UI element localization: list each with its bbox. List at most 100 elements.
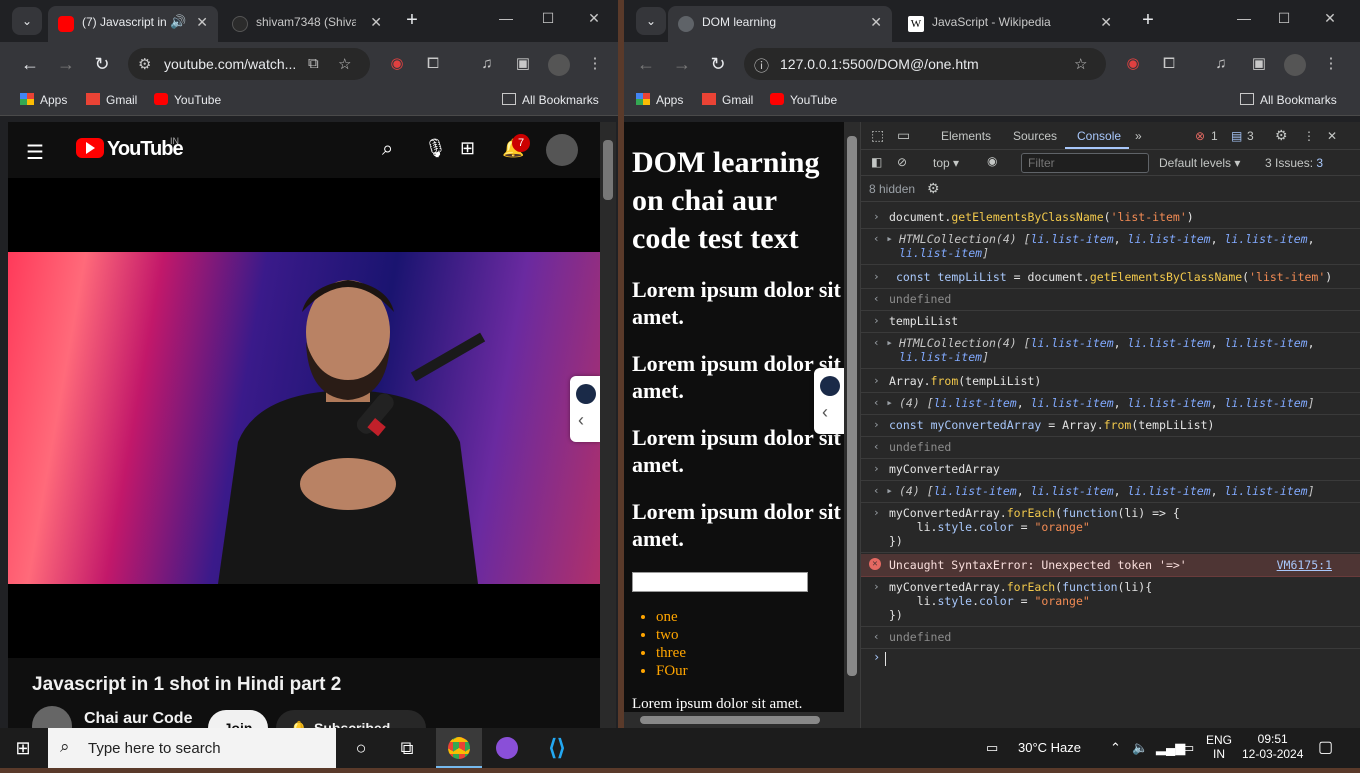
more-options-icon[interactable]: ⋮ — [1303, 129, 1315, 143]
close-tab-icon[interactable]: ✕ — [370, 14, 382, 31]
address-bar[interactable]: ⚙ youtube.com/watch... ⧉ ☆ — [128, 48, 370, 80]
settings-gear-icon[interactable]: ⚙ — [1275, 127, 1288, 144]
horizontal-scrollbar[interactable] — [624, 712, 860, 728]
bookmark-apps[interactable]: Apps — [636, 93, 683, 107]
video-player[interactable] — [8, 178, 600, 658]
close-window-button[interactable]: ✕ — [1320, 10, 1340, 27]
console-output-line[interactable]: ‹ ▸ (4) [li.list-item, li.list-item, li.l… — [861, 392, 1360, 415]
console-output-line[interactable]: ‹ ▸ HTMLCollection(4) [li.list-item, li.l… — [861, 332, 1360, 369]
scrollbar-thumb[interactable] — [847, 136, 857, 676]
weather-text[interactable]: 30°C Haze — [1018, 728, 1081, 768]
extensions-icon[interactable]: ⧠ — [1158, 54, 1180, 76]
vscode-app-icon[interactable]: ⟨⟩ — [534, 728, 580, 768]
notification-center-icon[interactable]: ▢ — [1318, 728, 1333, 768]
log-levels-dropdown[interactable]: Default levels ▾ — [1159, 156, 1240, 170]
search-icon[interactable]: ⌕ — [382, 138, 393, 161]
tab-wikipedia[interactable]: W JavaScript - Wikipedia ✕ — [898, 6, 1122, 42]
sidebar-toggle-icon[interactable]: ◧ — [871, 155, 882, 169]
issues-count[interactable]: 3 — [1247, 129, 1254, 143]
extensions-icon[interactable]: ⧠ — [422, 54, 444, 76]
back-button[interactable]: ← — [18, 54, 42, 74]
open-in-app-icon[interactable]: ⧉ — [308, 55, 319, 72]
scrollbar-thumb[interactable] — [603, 140, 613, 200]
reload-button[interactable]: ↻ — [706, 54, 730, 74]
cortana-icon[interactable]: ○ — [338, 728, 384, 768]
live-expression-eye-icon[interactable]: ◉ — [987, 154, 997, 168]
menu-kebab-icon[interactable]: ⋮ — [584, 54, 606, 76]
language-indicator[interactable]: ENG IN — [1206, 733, 1232, 761]
back-button[interactable]: ← — [634, 54, 658, 74]
task-view-icon[interactable]: ⧉ — [384, 728, 430, 768]
create-video-icon[interactable]: ⊞ — [460, 138, 475, 159]
record-extension-icon[interactable]: ◉ — [386, 54, 408, 76]
error-count-icon[interactable]: ⊗ — [1195, 129, 1205, 143]
site-info-icon[interactable]: ⚙ — [138, 55, 151, 73]
side-panel-icon[interactable]: ▣ — [1248, 54, 1270, 76]
error-count[interactable]: 1 — [1211, 129, 1218, 143]
media-controls-icon[interactable]: ♫ — [476, 54, 498, 76]
maximize-button[interactable]: ☐ — [1274, 10, 1294, 27]
context-selector[interactable]: top ▾ — [933, 156, 959, 170]
console-output-line[interactable]: ‹ ▸ (4) [li.list-item, li.list-item, li.l… — [861, 480, 1360, 503]
site-info-icon[interactable]: ⓘ — [754, 55, 769, 76]
issues-icon[interactable]: ▤ — [1231, 129, 1242, 143]
device-toolbar-icon[interactable]: ▭ — [897, 127, 910, 144]
profile-avatar-icon[interactable] — [548, 54, 570, 76]
all-bookmarks[interactable]: All Bookmarks — [502, 93, 599, 107]
menu-kebab-icon[interactable]: ⋮ — [1320, 54, 1342, 76]
issues-link[interactable]: 3 Issues: 3 — [1265, 156, 1323, 170]
microphone-icon[interactable]: 🎙 — [424, 138, 447, 159]
bookmark-gmail[interactable]: Gmail — [702, 93, 753, 107]
media-controls-icon[interactable]: ♫ — [1210, 54, 1232, 76]
close-tab-icon[interactable]: ✕ — [870, 14, 882, 31]
bookmark-youtube[interactable]: YouTube — [154, 93, 221, 107]
inspect-element-icon[interactable]: ⬚ — [871, 127, 884, 144]
bookmark-star-icon[interactable]: ☆ — [1074, 55, 1087, 73]
console-filter-input[interactable] — [1021, 153, 1149, 173]
more-tabs-icon[interactable]: » — [1135, 129, 1142, 143]
subscribed-button[interactable]: 🔔 Subscribed ⌄ — [276, 710, 426, 728]
channel-avatar[interactable] — [32, 706, 72, 728]
extension-side-widget[interactable]: ‹ — [570, 376, 600, 442]
close-window-button[interactable]: ✕ — [584, 10, 604, 27]
taskbar-search-box[interactable]: ⌕ Type here to search — [48, 728, 336, 768]
bookmark-apps[interactable]: Apps — [20, 93, 67, 107]
console-settings-gear-icon[interactable]: ⚙ — [927, 180, 940, 197]
minimize-button[interactable]: — — [496, 10, 516, 26]
record-extension-icon[interactable]: ◉ — [1122, 54, 1144, 76]
tab-youtube[interactable]: (7) Javascript in 🔊 ✕ — [48, 6, 218, 42]
forward-button[interactable]: → — [670, 54, 694, 74]
tab-github[interactable]: shivam7348 (Shivan ✕ — [222, 6, 392, 42]
speaker-icon[interactable]: 🔊 — [170, 14, 186, 30]
bookmark-youtube[interactable]: YouTube — [770, 93, 837, 107]
battery-icon[interactable]: ▭ — [1182, 728, 1194, 768]
tab-elements[interactable]: Elements — [941, 129, 991, 143]
tab-search-button[interactable]: ⌄ — [636, 7, 666, 35]
volume-icon[interactable]: 🔈 — [1132, 728, 1148, 768]
network-icon[interactable]: ▂▄▆ — [1156, 728, 1185, 768]
maximize-button[interactable]: ☐ — [538, 10, 558, 27]
windows-start-icon[interactable]: ⊞ — [0, 728, 46, 768]
new-tab-button[interactable]: + — [400, 8, 424, 32]
console-output-line[interactable]: ‹ ▸ HTMLCollection(4) [li.list-item, li.l… — [861, 228, 1360, 265]
tab-sources[interactable]: Sources — [1013, 129, 1057, 143]
join-button[interactable]: Join — [208, 710, 268, 728]
close-tab-icon[interactable]: ✕ — [1100, 14, 1112, 31]
extension-side-widget[interactable]: ‹ — [814, 368, 844, 434]
all-bookmarks[interactable]: All Bookmarks — [1240, 93, 1337, 107]
weather-icon[interactable]: ▭ — [986, 728, 998, 768]
address-bar[interactable]: ⓘ 127.0.0.1:5500/DOM@/one.htm ☆ — [744, 48, 1106, 80]
hidden-icons-chevron-icon[interactable]: ⌃ — [1110, 728, 1121, 768]
youtube-logo-icon[interactable] — [76, 138, 104, 158]
error-source-link[interactable]: VM6175:1 — [1277, 558, 1332, 572]
reload-button[interactable]: ↻ — [90, 54, 114, 74]
tab-dom-learning[interactable]: DOM learning ✕ — [668, 6, 892, 42]
console-input-cursor[interactable] — [885, 652, 886, 666]
clear-console-icon[interactable]: ⊘ — [897, 155, 907, 169]
close-tab-icon[interactable]: ✕ — [196, 14, 208, 31]
tab-search-button[interactable]: ⌄ — [12, 7, 42, 35]
hamburger-menu-icon[interactable]: ☰ — [26, 140, 44, 165]
clock[interactable]: 09:51 12-03-2024 — [1242, 732, 1303, 762]
forward-button[interactable]: → — [54, 54, 78, 74]
page-scrollbar[interactable] — [600, 122, 616, 728]
